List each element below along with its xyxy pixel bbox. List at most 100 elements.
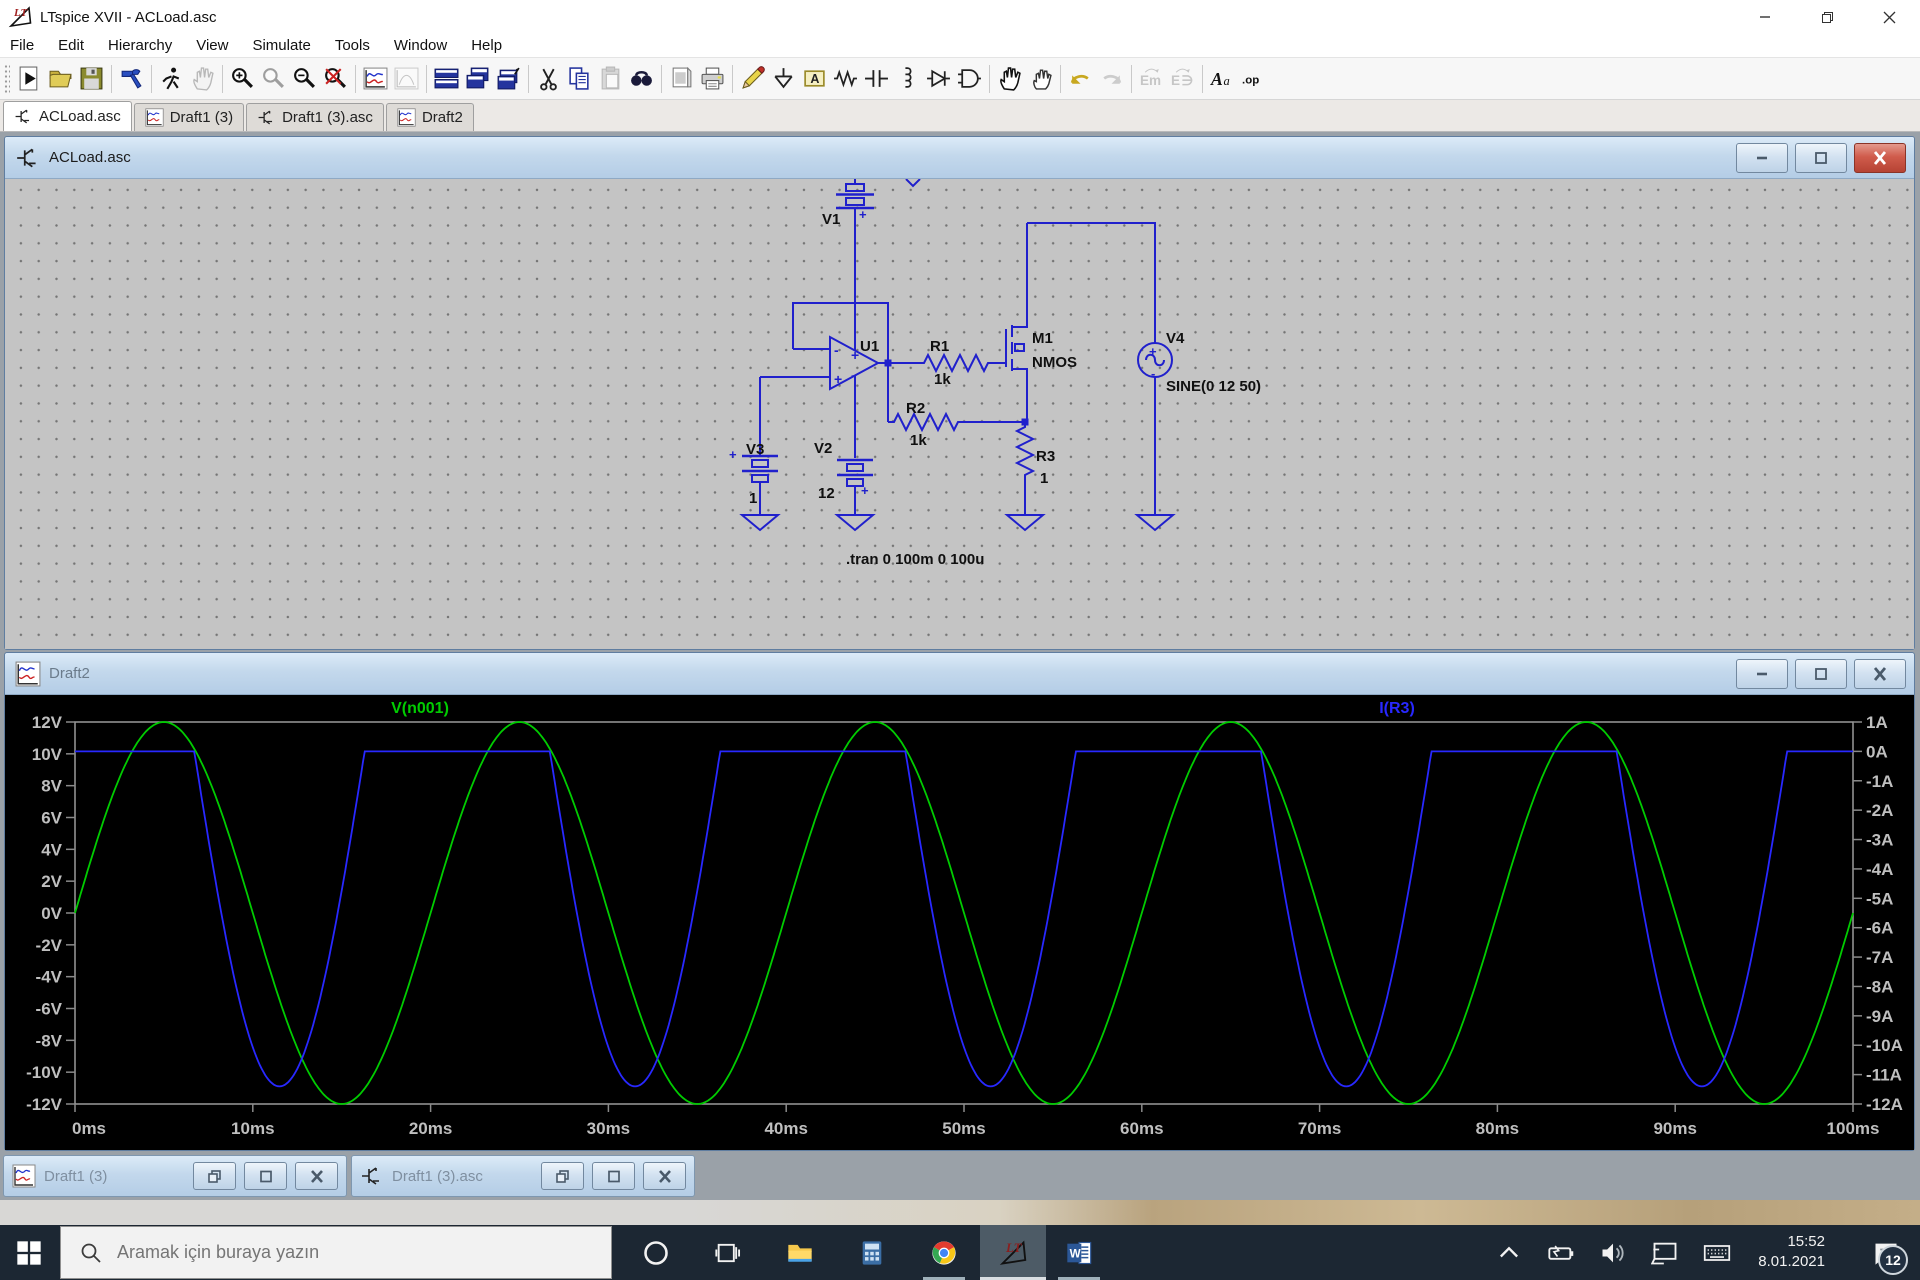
halt-runner-icon[interactable] [156, 63, 187, 94]
resistor-icon[interactable] [830, 63, 861, 94]
schematic-window-titlebar[interactable]: ACLoad.asc [5, 137, 1914, 179]
word-taskbar-button[interactable]: W [1046, 1225, 1112, 1280]
menu-help[interactable]: Help [459, 34, 514, 58]
zoom-out-icon[interactable] [289, 63, 320, 94]
menu-file[interactable]: File [0, 34, 46, 58]
ltspice-taskbar-button[interactable]: LT [980, 1225, 1046, 1280]
tab-draft1-3-asc[interactable]: Draft1 (3).asc [246, 103, 384, 131]
chrome-taskbar-button[interactable] [908, 1225, 980, 1280]
move-hand-icon[interactable] [994, 63, 1025, 94]
run-icon[interactable] [14, 63, 45, 94]
app-restore-button[interactable] [1796, 0, 1858, 34]
search-input[interactable] [117, 1242, 547, 1263]
svg-text:U1: U1 [860, 338, 879, 355]
net-label-icon[interactable]: A [799, 63, 830, 94]
component-v1[interactable]: V1 + [822, 179, 874, 350]
maximize-button[interactable] [244, 1162, 287, 1190]
volume-tray-button[interactable] [1587, 1225, 1639, 1280]
waveform-plot[interactable]: 12V10V8V6V4V2V0V-2V-4V-6V-8V-10V-12V1A0A… [5, 696, 1914, 1150]
tile-vertical-icon[interactable] [493, 63, 524, 94]
x-axis-tick-label: 10ms [231, 1119, 274, 1138]
schematic-minimize-button[interactable] [1736, 143, 1788, 173]
menu-window[interactable]: Window [382, 34, 459, 58]
cut-icon[interactable] [533, 63, 564, 94]
component-r1[interactable]: R1 1k [920, 338, 1006, 388]
clock[interactable]: 15:52 8.01.2021 [1715, 1232, 1825, 1272]
file-explorer-taskbar-button[interactable] [764, 1225, 836, 1280]
print-icon[interactable] [697, 63, 728, 94]
trace-label[interactable]: V(n001) [391, 700, 449, 717]
app-close-button[interactable] [1858, 0, 1920, 34]
component-u1-opamp[interactable]: - + + - U1 [760, 303, 920, 458]
ground-icon[interactable] [768, 63, 799, 94]
find-icon[interactable] [626, 63, 657, 94]
component-v2[interactable]: V2 12 + [814, 440, 873, 515]
wire-drain-rail[interactable] [1027, 223, 1155, 343]
waveform-maximize-button[interactable] [1795, 659, 1847, 689]
minimized-window-draft1-asc[interactable]: Draft1 (3).asc [351, 1155, 695, 1197]
cortana-taskbar-button[interactable] [620, 1225, 692, 1280]
text-icon[interactable]: Aa [1207, 63, 1238, 94]
capacitor-icon[interactable] [861, 63, 892, 94]
schematic-canvas[interactable]: V1 + - + + - U1 [5, 179, 1914, 649]
app-titlebar[interactable]: LT LTspice XVII - ACLoad.asc [0, 0, 1920, 34]
trace-label[interactable]: I(R3) [1379, 700, 1415, 717]
menu-tools[interactable]: Tools [323, 34, 382, 58]
waveform-minimize-button[interactable] [1736, 659, 1788, 689]
cascade-windows-icon[interactable] [462, 63, 493, 94]
network-display-tray-button[interactable] [1639, 1225, 1691, 1280]
schematic-maximize-button[interactable] [1795, 143, 1847, 173]
inductor-icon[interactable] [892, 63, 923, 94]
minimized-window-draft1[interactable]: Draft1 (3) [3, 1155, 347, 1197]
component-v3[interactable]: + V3 1 [729, 377, 778, 515]
wire-pencil-icon[interactable] [737, 63, 768, 94]
close-button[interactable] [295, 1162, 338, 1190]
restore-button[interactable] [193, 1162, 236, 1190]
schematic-close-button[interactable] [1854, 143, 1906, 173]
maximize-button[interactable] [592, 1162, 635, 1190]
drag-hand-icon[interactable] [1025, 63, 1056, 94]
svg-text:∋: ∋ [1181, 73, 1193, 88]
zoom-in-icon[interactable] [227, 63, 258, 94]
undo-icon[interactable] [1065, 63, 1096, 94]
component-r2[interactable]: R2 1k [888, 400, 1025, 449]
waveform-window-titlebar[interactable]: Draft2 [5, 653, 1914, 695]
component-icon[interactable] [954, 63, 985, 94]
calculator-taskbar-button[interactable] [836, 1225, 908, 1280]
open-icon[interactable] [45, 63, 76, 94]
component-m1-nmos[interactable]: M1 NMOS [1006, 223, 1077, 422]
zoom-extents-icon[interactable] [320, 63, 351, 94]
close-button[interactable] [643, 1162, 686, 1190]
copy-icon[interactable] [564, 63, 595, 94]
right-axis-tick-label: -11A [1866, 1066, 1902, 1085]
menu-simulate[interactable]: Simulate [240, 34, 322, 58]
component-v4[interactable]: + - V4 SINE(0 12 50) [1138, 330, 1261, 515]
taskbar-search-box[interactable] [60, 1226, 612, 1279]
autorange-plot-icon[interactable] [360, 63, 391, 94]
chevron-up-tray-button[interactable] [1483, 1225, 1535, 1280]
menu-view[interactable]: View [184, 34, 240, 58]
control-panel-hammer-icon[interactable] [116, 63, 147, 94]
battery-tray-button[interactable] [1535, 1225, 1587, 1280]
tab-acload-asc[interactable]: ACLoad.asc [3, 101, 132, 131]
app-minimize-button[interactable] [1734, 0, 1796, 34]
task-view-taskbar-button[interactable] [692, 1225, 764, 1280]
tile-horizontal-icon[interactable] [431, 63, 462, 94]
tab-draft1-3-[interactable]: Draft1 (3) [134, 103, 244, 131]
diode-icon[interactable] [923, 63, 954, 94]
menu-hierarchy[interactable]: Hierarchy [96, 34, 184, 58]
component-r3[interactable]: R3 1 [1017, 422, 1055, 515]
tab-draft2[interactable]: Draft2 [386, 103, 474, 131]
toolbar-drag-handle[interactable] [4, 64, 10, 94]
spice-directive-text[interactable]: .tran 0 100m 0 100u [846, 551, 984, 568]
waveform-plot-area[interactable]: 12V10V8V6V4V2V0V-2V-4V-6V-8V-10V-12V1A0A… [5, 695, 1914, 1150]
spice-directive-icon[interactable]: .op [1238, 63, 1269, 94]
waveform-close-button[interactable] [1854, 659, 1906, 689]
restore-button[interactable] [541, 1162, 584, 1190]
save-icon[interactable] [76, 63, 107, 94]
toolbar-separator [222, 65, 223, 93]
print-preview-icon[interactable] [666, 63, 697, 94]
menu-edit[interactable]: Edit [46, 34, 96, 58]
notification-center-button[interactable]: 12 [1854, 1225, 1918, 1280]
start-button[interactable] [0, 1225, 58, 1280]
